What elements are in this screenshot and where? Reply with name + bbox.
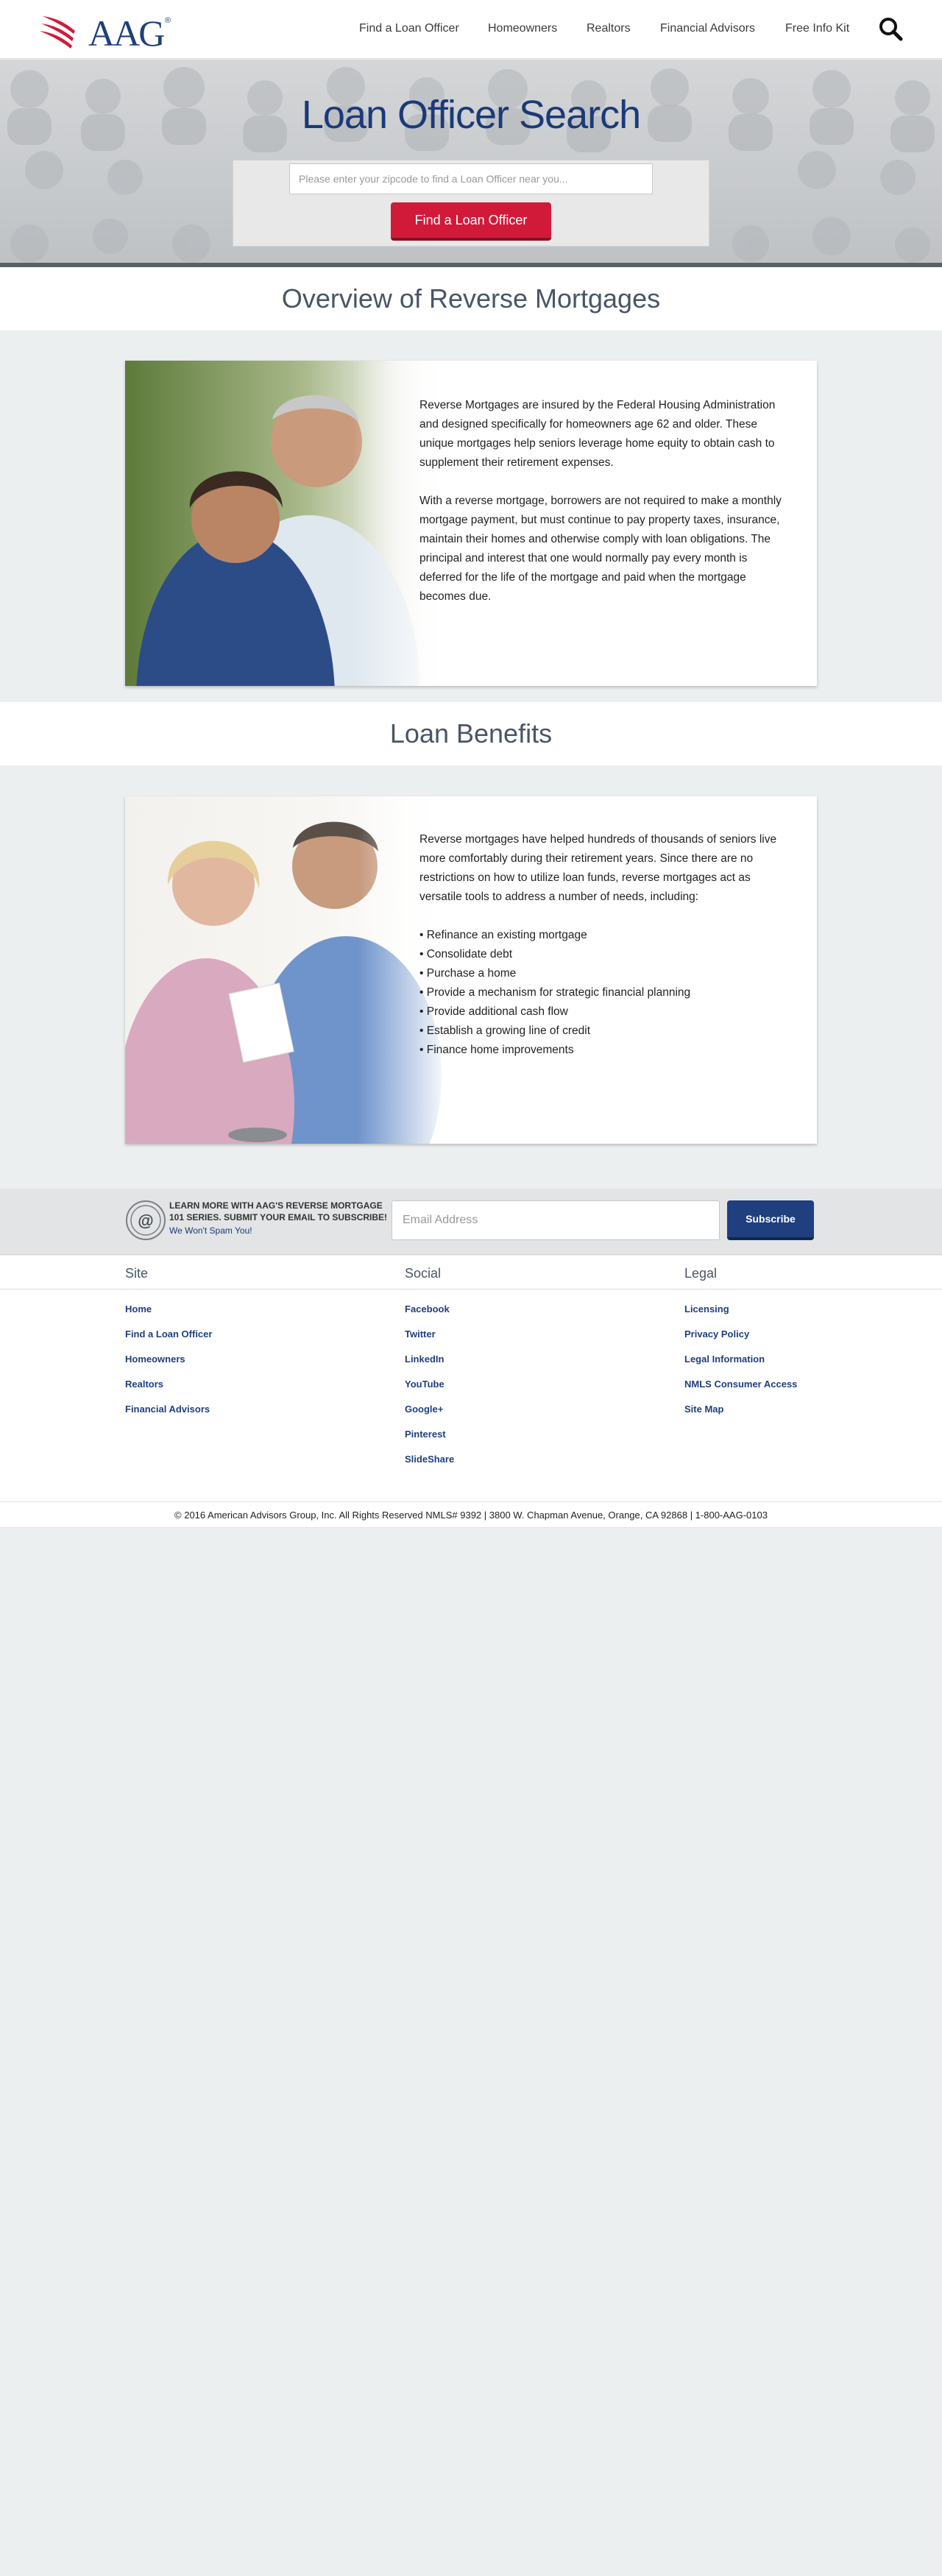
benefit-item: • Purchase a home xyxy=(419,967,517,980)
overview-paragraph-1: Reverse Mortgages are insured by the Fed… xyxy=(419,399,776,469)
footer-link-privacy-policy[interactable]: Privacy Policy xyxy=(684,1328,749,1340)
newsletter-subscribe-band: @ LEARN MORE WITH AAG'S REVERSE MORTGAGE… xyxy=(0,1189,942,1255)
search-icon[interactable] xyxy=(878,16,903,41)
benefits-title-band: Loan Benefits xyxy=(0,702,942,765)
site-footer: Site Home Find a Loan Officer Homeowners… xyxy=(0,1256,942,1501)
senior-couple-image xyxy=(125,361,449,686)
footer-link-financial-advisors[interactable]: Financial Advisors xyxy=(125,1404,210,1415)
footer-links-site: Home Find a Loan Officer Homeowners Real… xyxy=(125,1297,212,1422)
find-loan-officer-button[interactable]: Find a Loan Officer xyxy=(391,202,551,241)
copyright-band: © 2016 American Advisors Group, Inc. All… xyxy=(0,1501,942,1528)
overview-card: Reverse Mortgages are insured by the Fed… xyxy=(125,361,817,686)
site-header: AAG ® Find a Loan Officer Homeowners Rea… xyxy=(0,0,942,59)
overview-text: Reverse Mortgages are insured by the Fed… xyxy=(419,396,787,626)
benefits-section-title: Loan Benefits xyxy=(389,718,553,749)
footer-link-google-plus[interactable]: Google+ xyxy=(405,1404,443,1415)
subscribe-message: LEARN MORE WITH AAG'S REVERSE MORTGAGE 1… xyxy=(169,1200,388,1222)
overview-section-title: Overview of Reverse Mortgages xyxy=(281,283,661,314)
benefit-item: • Refinance an existing mortgage xyxy=(419,929,587,941)
footer-link-nmls-consumer-access[interactable]: NMLS Consumer Access xyxy=(684,1379,797,1390)
footer-link-homeowners[interactable]: Homeowners xyxy=(125,1354,185,1365)
footer-link-legal-information[interactable]: Legal Information xyxy=(684,1354,765,1365)
footer-links-social: Facebook Twitter LinkedIn YouTube Google… xyxy=(405,1297,454,1472)
footer-link-licensing[interactable]: Licensing xyxy=(684,1303,729,1314)
nav-financial-advisors[interactable]: Financial Advisors xyxy=(660,22,755,35)
zipcode-input[interactable] xyxy=(289,163,653,194)
footer-links-legal: Licensing Privacy Policy Legal Informati… xyxy=(684,1297,797,1422)
footer-link-youtube[interactable]: YouTube xyxy=(405,1379,445,1390)
footer-link-realtors[interactable]: Realtors xyxy=(125,1379,163,1390)
footer-link-home[interactable]: Home xyxy=(125,1303,152,1314)
nav-realtors[interactable]: Realtors xyxy=(587,22,631,35)
benefit-item: • Provide a mechanism for strategic fina… xyxy=(419,986,691,999)
benefit-item: • Establish a growing line of credit xyxy=(419,1025,591,1037)
footer-link-facebook[interactable]: Facebook xyxy=(405,1303,450,1314)
footer-heading-legal: Legal xyxy=(684,1266,718,1281)
benefit-item: • Consolidate debt xyxy=(419,948,513,960)
subscribe-button[interactable]: Subscribe xyxy=(727,1200,814,1240)
footer-link-site-map[interactable]: Site Map xyxy=(684,1404,723,1415)
benefit-item: • Provide additional cash flow xyxy=(419,1005,568,1018)
footer-link-slideshare[interactable]: SlideShare xyxy=(405,1454,454,1465)
overview-paragraph-2: With a reverse mortgage, borrowers are n… xyxy=(419,495,782,603)
no-spam-note: We Won't Spam You! xyxy=(169,1225,252,1236)
email-address-input[interactable] xyxy=(392,1200,720,1240)
nav-free-info-kit[interactable]: Free Info Kit xyxy=(785,22,849,35)
couple-reviewing-paper-photo xyxy=(125,796,449,1144)
footer-link-linkedin[interactable]: LinkedIn xyxy=(405,1354,444,1365)
loan-officer-search-box: Find a Loan Officer xyxy=(233,160,709,247)
couple-reviewing-image xyxy=(125,796,449,1144)
footer-heading-site: Site xyxy=(125,1266,149,1281)
benefit-item: • Finance home improvements xyxy=(419,1044,574,1056)
nav-homeowners[interactable]: Homeowners xyxy=(488,22,557,35)
footer-link-twitter[interactable]: Twitter xyxy=(405,1328,436,1340)
benefits-text: Reverse mortgages have helped hundreds o… xyxy=(419,830,787,1060)
copyright-text: © 2016 American Advisors Group, Inc. All… xyxy=(174,1510,768,1521)
footer-heading-social: Social xyxy=(405,1266,442,1281)
senior-couple-photo xyxy=(125,361,449,686)
footer-link-pinterest[interactable]: Pinterest xyxy=(405,1429,446,1440)
svg-text:@: @ xyxy=(138,1211,153,1230)
benefits-card: Reverse mortgages have helped hundreds o… xyxy=(125,796,817,1144)
overview-title-band: Overview of Reverse Mortgages xyxy=(0,267,942,330)
benefits-list: • Refinance an existing mortgage • Conso… xyxy=(419,926,787,1060)
benefits-intro: Reverse mortgages have helped hundreds o… xyxy=(419,833,777,903)
email-at-icon: @ xyxy=(126,1200,166,1240)
hero-title: Loan Officer Search xyxy=(301,93,641,137)
nav-find-loan-officer[interactable]: Find a Loan Officer xyxy=(359,22,459,35)
footer-link-find-loan-officer[interactable]: Find a Loan Officer xyxy=(125,1328,212,1340)
main-nav: Find a Loan Officer Homeowners Realtors … xyxy=(0,22,942,38)
